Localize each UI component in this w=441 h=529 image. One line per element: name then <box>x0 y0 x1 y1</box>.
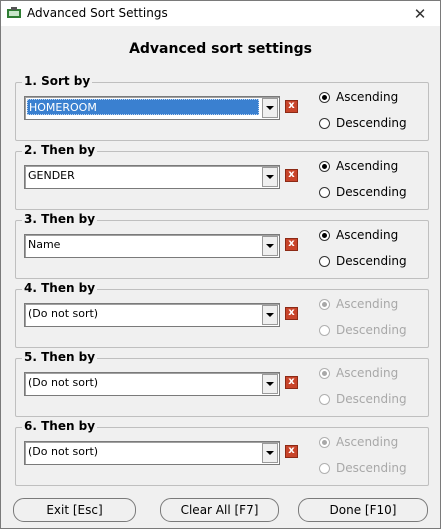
dropdown-arrow-icon[interactable] <box>262 305 278 325</box>
radio-icon <box>319 299 330 310</box>
exit-button[interactable]: Exit [Esc] <box>13 498 136 522</box>
done-button[interactable]: Done [F10] <box>298 498 428 522</box>
radio-icon <box>319 92 330 103</box>
sort-group-2: 2. Then by GENDER x Ascending Descending <box>15 143 429 210</box>
sort-field-select[interactable]: GENDER <box>24 165 280 189</box>
sort-field-value: HOMEROOM <box>27 99 259 115</box>
ascending-label: Ascending <box>336 90 399 104</box>
clear-field-icon[interactable]: x <box>285 169 298 182</box>
radio-icon <box>319 437 330 448</box>
radio-icon <box>319 463 330 474</box>
radio-icon <box>319 325 330 336</box>
title-bar: Advanced Sort Settings ✕ <box>1 1 440 26</box>
radio-icon <box>319 187 330 198</box>
sort-group-label: 3. Then by <box>22 212 98 226</box>
sort-settings-window: Advanced Sort Settings ✕ Advanced sort s… <box>0 0 441 529</box>
descending-label: Descending <box>336 185 407 199</box>
ascending-label: Ascending <box>336 228 399 242</box>
sort-field-value: Name <box>28 238 61 251</box>
dropdown-arrow-icon[interactable] <box>262 236 278 256</box>
radio-icon <box>319 230 330 241</box>
sort-group-4: 4. Then by (Do not sort) x Ascending Des… <box>15 281 429 348</box>
descending-label: Descending <box>336 254 407 268</box>
dropdown-arrow-icon[interactable] <box>262 374 278 394</box>
sort-group-label: 4. Then by <box>22 281 98 295</box>
radio-icon <box>319 368 330 379</box>
ascending-label: Ascending <box>336 435 399 449</box>
sort-group-5: 5. Then by (Do not sort) x Ascending Des… <box>15 350 429 417</box>
descending-label: Descending <box>336 392 407 406</box>
clear-field-icon[interactable]: x <box>285 376 298 389</box>
clear-field-icon[interactable]: x <box>285 238 298 251</box>
dialog-heading: Advanced sort settings <box>129 41 312 57</box>
sort-group-label: 5. Then by <box>22 350 98 364</box>
dropdown-arrow-icon[interactable] <box>262 167 278 187</box>
clear-field-icon[interactable]: x <box>285 100 298 113</box>
sort-field-select[interactable]: (Do not sort) <box>24 441 280 465</box>
descending-label: Descending <box>336 323 407 337</box>
dropdown-arrow-icon[interactable] <box>262 98 278 118</box>
sort-field-select[interactable]: (Do not sort) <box>24 303 280 327</box>
app-icon <box>7 7 21 18</box>
sort-field-select[interactable]: (Do not sort) <box>24 372 280 396</box>
sort-group-label: 1. Sort by <box>22 74 93 88</box>
sort-field-select[interactable]: Name <box>24 234 280 258</box>
sort-field-value: (Do not sort) <box>28 376 99 389</box>
window-title: Advanced Sort Settings <box>27 6 168 20</box>
sort-group-3: 3. Then by Name x Ascending Descending <box>15 212 429 279</box>
radio-icon <box>319 394 330 405</box>
sort-group-label: 2. Then by <box>22 143 98 157</box>
ascending-label: Ascending <box>336 159 399 173</box>
clear-field-icon[interactable]: x <box>285 445 298 458</box>
radio-icon <box>319 118 330 129</box>
ascending-label: Ascending <box>336 297 399 311</box>
sort-group-6: 6. Then by (Do not sort) x Ascending Des… <box>15 419 429 486</box>
sort-field-select[interactable]: HOMEROOM <box>24 96 280 120</box>
descending-label: Descending <box>336 461 407 475</box>
ascending-label: Ascending <box>336 366 399 380</box>
radio-icon <box>319 256 330 267</box>
clear-field-icon[interactable]: x <box>285 307 298 320</box>
clear-all-button[interactable]: Clear All [F7] <box>160 498 279 522</box>
close-icon[interactable]: ✕ <box>410 4 430 24</box>
dropdown-arrow-icon[interactable] <box>262 443 278 463</box>
sort-field-value: (Do not sort) <box>28 445 99 458</box>
descending-label: Descending <box>336 116 407 130</box>
radio-icon <box>319 161 330 172</box>
sort-field-value: (Do not sort) <box>28 307 99 320</box>
sort-group-label: 6. Then by <box>22 419 98 433</box>
sort-group-1: 1. Sort by HOMEROOM x Ascending Descendi… <box>15 74 429 141</box>
sort-field-value: GENDER <box>28 169 75 182</box>
